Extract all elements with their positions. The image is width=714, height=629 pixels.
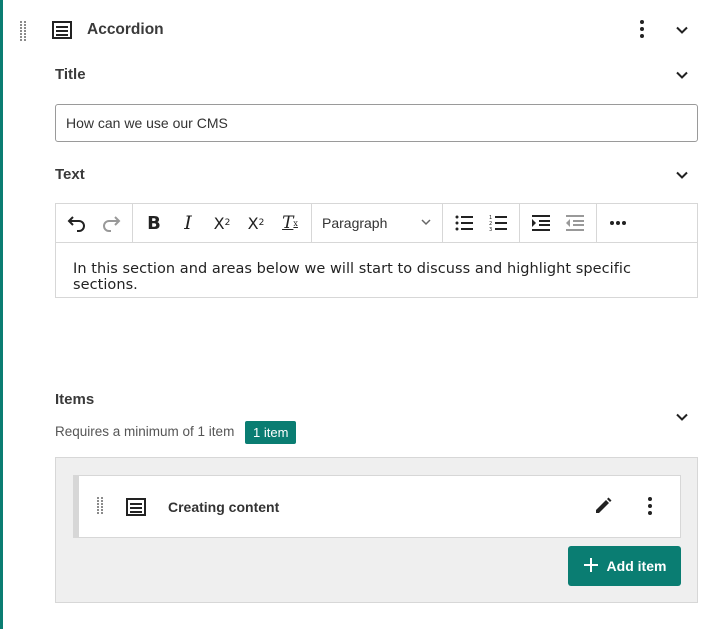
- more-icon[interactable]: [601, 206, 635, 240]
- item-title: Creating content: [168, 499, 280, 515]
- chevron-down-icon: [420, 215, 432, 231]
- items-label: Items: [55, 391, 95, 408]
- outdent-icon[interactable]: [558, 206, 592, 240]
- rich-text-editor[interactable]: B I X2 X2 Tx Paragraph 123 In this secti…: [55, 203, 698, 298]
- items-chevron-down-icon[interactable]: [674, 409, 690, 430]
- undo-icon[interactable]: [60, 206, 94, 240]
- item-accordion-icon: [126, 497, 146, 522]
- editor-content[interactable]: In this section and areas below we will …: [56, 243, 697, 311]
- redo-icon[interactable]: [94, 206, 128, 240]
- items-panel: Creating content Add item: [55, 457, 698, 603]
- text-field-chevron-down-icon[interactable]: [674, 167, 690, 188]
- numbered-list-icon[interactable]: 123: [481, 206, 515, 240]
- item-more-icon[interactable]: [646, 496, 654, 521]
- title-field-label: Title: [55, 66, 86, 83]
- block-drag-handle-icon[interactable]: [20, 21, 26, 41]
- items-count-badge: 1 item: [245, 421, 297, 444]
- paragraph-style-select[interactable]: Paragraph: [312, 215, 442, 231]
- text-field-label: Text: [55, 166, 85, 183]
- add-item-button[interactable]: Add item: [568, 546, 681, 586]
- block-more-icon[interactable]: [638, 19, 646, 44]
- paragraph-style-value: Paragraph: [322, 215, 388, 231]
- list-item[interactable]: Creating content: [73, 475, 681, 538]
- indent-icon[interactable]: [524, 206, 558, 240]
- italic-icon[interactable]: I: [171, 206, 205, 240]
- svg-text:3: 3: [489, 227, 492, 232]
- clear-format-icon[interactable]: Tx: [273, 206, 307, 240]
- bold-icon[interactable]: B: [137, 206, 171, 240]
- subscript-icon[interactable]: X2: [205, 206, 239, 240]
- item-drag-handle-icon[interactable]: [97, 497, 103, 514]
- left-accent-bar: [0, 0, 3, 629]
- editor-toolbar: B I X2 X2 Tx Paragraph 123: [56, 204, 697, 243]
- title-field-chevron-down-icon[interactable]: [674, 67, 690, 88]
- items-requirement-text: Requires a minimum of 1 item: [55, 424, 235, 439]
- plus-icon: [583, 557, 599, 576]
- edit-pencil-icon[interactable]: [593, 496, 613, 521]
- superscript-icon[interactable]: X2: [239, 206, 273, 240]
- bulleted-list-icon[interactable]: [447, 206, 481, 240]
- title-input[interactable]: How can we use our CMS: [55, 104, 698, 142]
- block-collapse-chevron-down-icon[interactable]: [674, 22, 690, 43]
- add-item-label: Add item: [606, 558, 667, 574]
- accordion-icon: [52, 20, 72, 45]
- block-title: Accordion: [87, 21, 164, 38]
